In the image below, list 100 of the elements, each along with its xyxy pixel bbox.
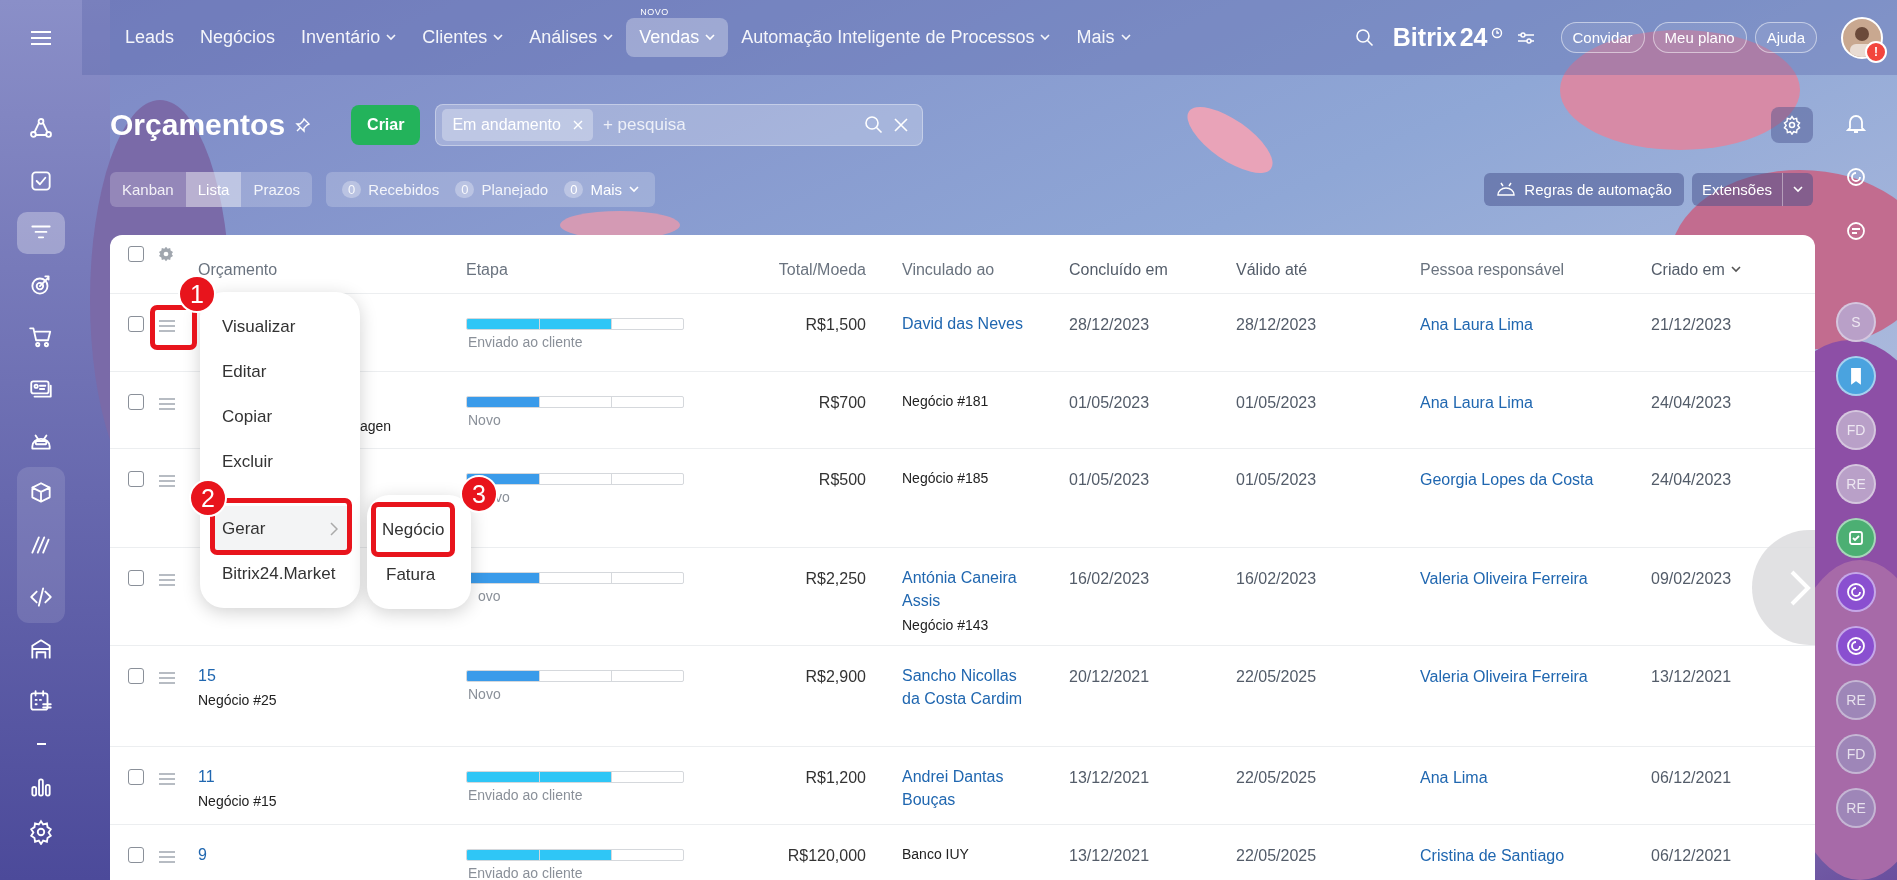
responsible-person-link[interactable]: Valeria Oliveira Ferreira <box>1420 570 1588 587</box>
total-amount: R$1,200 <box>805 769 866 786</box>
menu-item[interactable]: Bitrix24.Market <box>200 551 360 596</box>
alert-badge: ! <box>1865 40 1887 63</box>
nav-tab[interactable]: Mais <box>1063 18 1144 57</box>
chevron-right-icon <box>330 521 338 536</box>
menu-icon[interactable] <box>30 30 52 46</box>
nav-tab[interactable]: Leads <box>112 18 188 57</box>
quote-link[interactable]: 11 <box>198 765 215 788</box>
clock-icon <box>1490 27 1503 39</box>
valid-date: 01/05/2023 <box>1236 471 1317 488</box>
menu-item[interactable]: Copiar <box>200 394 360 439</box>
column-header[interactable]: Criado em <box>1651 246 1741 293</box>
row-checkbox[interactable] <box>128 471 144 487</box>
stage-label: Enviado ao cliente <box>468 865 584 880</box>
sidebar-item[interactable] <box>17 467 65 519</box>
responsible-person-link[interactable]: Ana Laura Lima <box>1420 316 1533 333</box>
row-checkbox[interactable] <box>128 668 144 684</box>
stage-label: Enviado ao cliente <box>468 334 584 350</box>
row-checkbox[interactable] <box>128 769 144 785</box>
total-amount: R$2,900 <box>805 668 866 685</box>
created-date: 09/02/2023 <box>1651 570 1732 587</box>
quote-link[interactable]: 15 <box>198 664 216 687</box>
column-header[interactable]: Pessoa responsável <box>1420 246 1565 293</box>
nav-tab[interactable]: Negócios <box>187 18 289 57</box>
sliders-icon[interactable] <box>1516 30 1535 45</box>
valid-date: 22/05/2025 <box>1236 847 1317 864</box>
created-date: 06/12/2021 <box>1651 847 1732 864</box>
valid-date: 22/05/2025 <box>1236 668 1317 685</box>
row-checkbox[interactable] <box>128 316 144 332</box>
header-button[interactable]: Ajuda <box>1754 22 1817 53</box>
chevron-down-icon <box>629 185 640 193</box>
quote-link[interactable]: 9 <box>198 843 207 866</box>
search-icon[interactable] <box>1354 27 1375 48</box>
total-amount: R$1,500 <box>805 316 866 333</box>
close-icon[interactable] <box>572 120 583 130</box>
close-icon[interactable] <box>894 118 909 132</box>
chevron-down-icon <box>603 34 614 41</box>
completed-date: 13/12/2021 <box>1069 847 1150 864</box>
row-checkbox[interactable] <box>128 847 144 863</box>
valid-date: 28/12/2023 <box>1236 316 1317 333</box>
contact-link[interactable]: Sancho Nicollas da Costa Cardim <box>902 664 1031 710</box>
row-menu-icon[interactable] <box>158 474 176 488</box>
contact-link[interactable]: Andrei Dantas Bouças <box>902 765 1031 811</box>
linked-deal: Banco IUY <box>902 845 969 864</box>
pin-icon[interactable] <box>295 117 312 133</box>
row-menu-icon[interactable] <box>158 573 176 587</box>
row-checkbox[interactable] <box>128 570 144 586</box>
row-menu-icon[interactable] <box>158 397 176 411</box>
settings-button[interactable] <box>1771 107 1813 143</box>
responsible-person-link[interactable]: Georgia Lopes da Costa <box>1420 471 1594 488</box>
row-menu-icon[interactable] <box>158 319 176 333</box>
divider-mark <box>36 743 46 745</box>
nav-tab[interactable]: Análises <box>516 18 627 57</box>
create-button[interactable]: Criar <box>351 105 421 145</box>
column-header[interactable]: Total/Moeda <box>778 246 866 293</box>
column-header[interactable]: Válido até <box>1236 246 1308 293</box>
header-button[interactable]: Meu plano <box>1652 22 1747 53</box>
responsible-person-link[interactable]: Ana Lima <box>1420 769 1488 786</box>
menu-item[interactable]: Gerar <box>212 506 348 551</box>
menu-item[interactable]: Editar <box>200 349 360 394</box>
sidebar-item[interactable] <box>17 212 65 254</box>
stage-label: Novo <box>468 412 502 428</box>
search-icon[interactable] <box>864 115 885 135</box>
responsible-person-link[interactable]: Cristina de Santiago <box>1420 847 1565 864</box>
contact-link[interactable]: David das Neves <box>902 312 1023 335</box>
sidebar-item[interactable] <box>17 571 65 623</box>
nav-tab[interactable]: Automação Inteligente de Processos <box>728 18 1064 57</box>
header-button[interactable]: Convidar <box>1560 22 1645 53</box>
linked-deal: Negócio #181 <box>902 392 989 411</box>
view-tab[interactable]: Kanban <box>110 171 186 207</box>
column-header[interactable]: Concluído em <box>1069 246 1168 293</box>
responsible-person-link[interactable]: Valeria Oliveira Ferreira <box>1420 668 1588 685</box>
row-menu-icon[interactable] <box>158 772 176 786</box>
logo-text: Bitrix <box>1392 23 1457 52</box>
column-header[interactable]: Vinculado ao <box>902 246 995 293</box>
row-menu-icon[interactable] <box>158 671 176 685</box>
completed-date: 01/05/2023 <box>1069 394 1150 411</box>
row-checkbox[interactable] <box>128 394 144 410</box>
contact-link[interactable]: Antónia Caneira Assis <box>902 566 1031 612</box>
settings-icon[interactable] <box>28 819 54 845</box>
automation-rules-button[interactable]: Regras de automação <box>1484 172 1684 206</box>
responsible-person-link[interactable]: Ana Laura Lima <box>1420 394 1533 411</box>
submenu-item[interactable]: Negócio <box>371 502 456 557</box>
chevron-down-icon <box>1730 266 1741 273</box>
new-label: NOVO <box>640 7 669 17</box>
extensions-button[interactable]: Extensões <box>1691 172 1813 206</box>
valid-date: 16/02/2023 <box>1236 570 1317 587</box>
search-placeholder: + pesquisa <box>602 115 687 135</box>
completed-date: 13/12/2021 <box>1069 769 1150 786</box>
total-amount: R$500 <box>818 471 866 488</box>
completed-date: 20/12/2021 <box>1069 668 1150 685</box>
stage-label: Enviado ao cliente <box>468 787 584 803</box>
column-header[interactable]: Etapa <box>466 246 508 293</box>
row-checkbox[interactable] <box>128 246 144 262</box>
nav-tab[interactable]: Inventário <box>288 18 410 57</box>
total-amount: R$700 <box>818 394 866 411</box>
row-menu-icon[interactable] <box>158 850 176 864</box>
nav-tab[interactable]: Clientes <box>409 18 517 57</box>
valid-date: 01/05/2023 <box>1236 394 1317 411</box>
